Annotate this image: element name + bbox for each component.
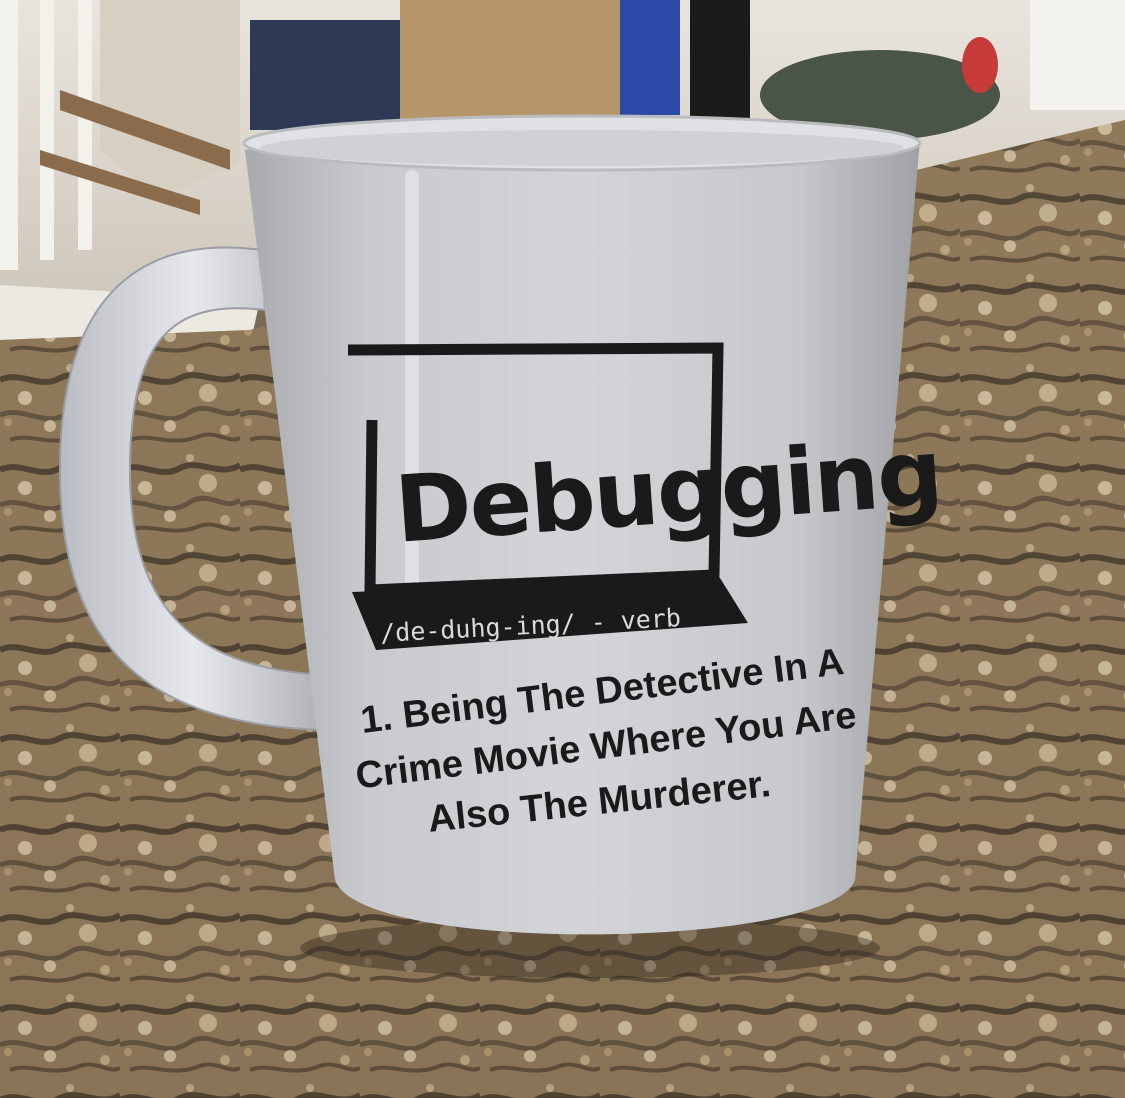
coffee-mug: Debugging /de-duhg-ing/ - verb 1. Being … (58, 114, 944, 935)
photo-scene: Debugging /de-duhg-ing/ - verb 1. Being … (0, 0, 1125, 1098)
